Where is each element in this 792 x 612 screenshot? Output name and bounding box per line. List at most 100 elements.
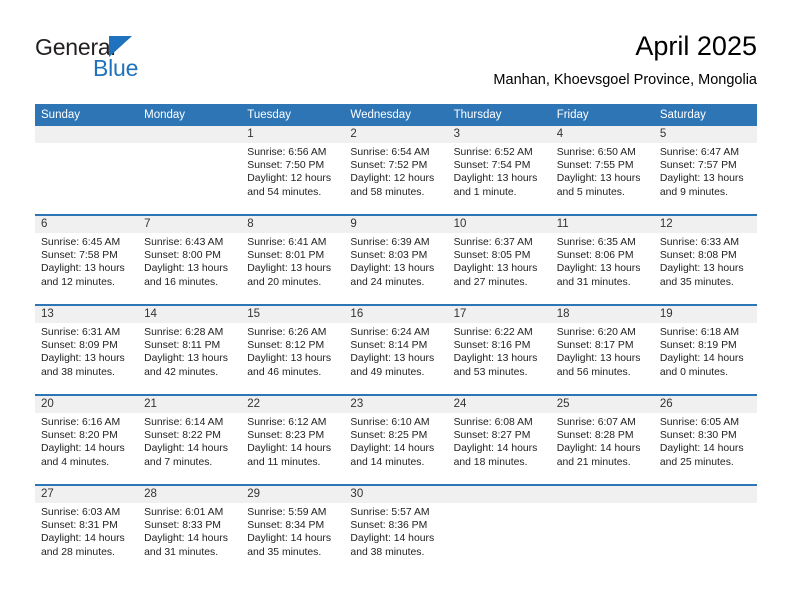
calendar-cell: 16 Sunrise: 6:24 AM Sunset: 8:14 PM Dayligh… <box>344 304 448 395</box>
calendar-cell <box>35 126 139 215</box>
day-cell[interactable]: 3 Sunrise: 6:52 AM Sunset: 7:54 PM Daylight… <box>447 126 551 214</box>
day-detail-sunset: Sunset: 8:12 PM <box>247 340 325 352</box>
calendar-cell: 13 Sunrise: 6:31 AM Sunset: 8:09 PM Dayligh… <box>35 304 139 395</box>
day-number: 1 <box>241 126 345 143</box>
day-detail-daylight1: Daylight: 14 hours <box>659 443 744 455</box>
day-number: 21 <box>138 396 242 413</box>
day-cell[interactable]: 24 Sunrise: 6:08 AM Sunset: 8:27 PM Dayligh… <box>447 396 551 484</box>
calendar-cell: 17 Sunrise: 6:22 AM Sunset: 8:16 PM Dayligh… <box>447 304 551 395</box>
day-number: 19 <box>653 306 757 323</box>
day-detail-daylight2: and 28 minutes. <box>41 546 115 558</box>
day-details: Sunrise: 6:47 AM Sunset: 7:57 PM Daylight:… <box>654 143 757 199</box>
day-cell[interactable]: 10 Sunrise: 6:37 AM Sunset: 8:05 PM Dayligh… <box>447 216 551 304</box>
day-cell-empty <box>447 486 551 574</box>
day-cell-empty <box>35 126 139 214</box>
day-detail-daylight2: and 25 minutes. <box>659 456 734 468</box>
day-cell[interactable]: 30 Sunrise: 5:57 AM Sunset: 8:36 PM Dayligh… <box>344 486 448 574</box>
day-number: 7 <box>138 216 242 233</box>
day-detail-sunset: Sunset: 8:08 PM <box>659 250 737 262</box>
day-cell[interactable]: 17 Sunrise: 6:22 AM Sunset: 8:16 PM Dayligh… <box>447 306 551 394</box>
day-cell[interactable]: 28 Sunrise: 6:01 AM Sunset: 8:33 PM Dayligh… <box>138 486 242 574</box>
day-cell[interactable]: 29 Sunrise: 5:59 AM Sunset: 8:34 PM Dayligh… <box>241 486 345 574</box>
day-detail-daylight2: and 0 minutes. <box>659 366 729 378</box>
day-detail-sunset: Sunset: 7:50 PM <box>247 160 325 172</box>
day-cell[interactable]: 6 Sunrise: 6:45 AM Sunset: 7:58 PM Daylight… <box>35 216 139 304</box>
day-cell[interactable]: 23 Sunrise: 6:10 AM Sunset: 8:25 PM Dayligh… <box>344 396 448 484</box>
day-cell[interactable]: 19 Sunrise: 6:18 AM Sunset: 8:19 PM Dayligh… <box>653 306 757 394</box>
day-cell[interactable]: 7 Sunrise: 6:43 AM Sunset: 8:00 PM Daylight… <box>138 216 242 304</box>
day-detail-daylight1: Daylight: 14 hours <box>350 443 435 455</box>
day-cell[interactable]: 26 Sunrise: 6:05 AM Sunset: 8:30 PM Dayligh… <box>653 396 757 484</box>
day-detail-sunrise: Sunrise: 6:39 AM <box>350 237 430 248</box>
day-number: 23 <box>344 396 448 413</box>
calendar-page: General Blue April 2025 Manhan, Khoevsgo… <box>0 0 792 612</box>
day-number: 18 <box>550 306 654 323</box>
day-cell[interactable]: 27 Sunrise: 6:03 AM Sunset: 8:31 PM Dayligh… <box>35 486 139 574</box>
calendar-cell: 3 Sunrise: 6:52 AM Sunset: 7:54 PM Daylight… <box>447 126 551 215</box>
blue-triangle-icon <box>109 36 132 57</box>
day-cell[interactable]: 25 Sunrise: 6:07 AM Sunset: 8:28 PM Dayligh… <box>550 396 654 484</box>
day-detail-daylight1: Daylight: 13 hours <box>453 353 538 365</box>
day-cell[interactable]: 20 Sunrise: 6:16 AM Sunset: 8:20 PM Dayligh… <box>35 396 139 484</box>
day-detail-daylight2: and 11 minutes. <box>247 456 321 468</box>
day-detail-daylight1: Daylight: 13 hours <box>144 353 228 365</box>
weekday-header-monday: Monday <box>138 104 242 126</box>
weekday-header-sunday: Sunday <box>35 104 139 126</box>
day-detail-sunset: Sunset: 8:09 PM <box>41 340 118 352</box>
day-detail-sunset: Sunset: 8:19 PM <box>659 340 737 352</box>
day-detail-sunset: Sunset: 7:57 PM <box>659 160 737 172</box>
day-detail-daylight1: Daylight: 13 hours <box>350 353 435 365</box>
day-cell[interactable]: 13 Sunrise: 6:31 AM Sunset: 8:09 PM Dayligh… <box>35 306 139 394</box>
day-details: Sunrise: 6:28 AM Sunset: 8:11 PM Daylight:… <box>138 323 241 379</box>
day-cell[interactable]: 21 Sunrise: 6:14 AM Sunset: 8:22 PM Dayligh… <box>138 396 242 484</box>
day-detail-daylight2: and 27 minutes. <box>453 276 528 288</box>
day-detail-daylight1: Daylight: 14 hours <box>350 533 435 545</box>
day-number: 10 <box>447 216 551 233</box>
day-cell[interactable]: 8 Sunrise: 6:41 AM Sunset: 8:01 PM Daylight… <box>241 216 345 304</box>
calendar-cell: 19 Sunrise: 6:18 AM Sunset: 8:19 PM Dayligh… <box>653 304 757 395</box>
day-detail-daylight2: and 35 minutes. <box>659 276 734 288</box>
day-detail-sunrise: Sunrise: 6:07 AM <box>556 417 636 428</box>
day-number <box>447 486 551 503</box>
day-number: 6 <box>35 216 139 233</box>
day-detail-sunrise: Sunrise: 6:24 AM <box>350 327 430 338</box>
calendar-cell <box>138 126 242 215</box>
calendar-cell: 18 Sunrise: 6:20 AM Sunset: 8:17 PM Dayligh… <box>550 304 654 395</box>
day-cell[interactable]: 15 Sunrise: 6:26 AM Sunset: 8:12 PM Dayligh… <box>241 306 345 394</box>
day-detail-sunset: Sunset: 8:23 PM <box>247 430 325 442</box>
day-cell[interactable]: 4 Sunrise: 6:50 AM Sunset: 7:55 PM Daylight… <box>550 126 654 214</box>
day-cell[interactable]: 1 Sunrise: 6:56 AM Sunset: 7:50 PM Daylight… <box>241 126 345 214</box>
day-number: 5 <box>653 126 757 143</box>
day-cell[interactable]: 11 Sunrise: 6:35 AM Sunset: 8:06 PM Dayligh… <box>550 216 654 304</box>
calendar-cell: 1 Sunrise: 6:56 AM Sunset: 7:50 PM Daylight… <box>241 126 345 215</box>
day-cell-empty <box>550 486 654 574</box>
day-detail-sunrise: Sunrise: 6:43 AM <box>144 237 224 248</box>
day-number <box>550 486 654 503</box>
day-cell[interactable]: 12 Sunrise: 6:33 AM Sunset: 8:08 PM Dayligh… <box>653 216 757 304</box>
day-cell[interactable]: 14 Sunrise: 6:28 AM Sunset: 8:11 PM Dayligh… <box>138 306 242 394</box>
weekday-header-saturday: Saturday <box>653 104 757 126</box>
day-detail-sunrise: Sunrise: 6:22 AM <box>453 327 533 338</box>
day-detail-sunrise: Sunrise: 6:26 AM <box>247 327 327 338</box>
day-detail-sunset: Sunset: 8:16 PM <box>453 340 531 352</box>
day-cell[interactable]: 18 Sunrise: 6:20 AM Sunset: 8:17 PM Dayligh… <box>550 306 654 394</box>
day-cell[interactable]: 9 Sunrise: 6:39 AM Sunset: 8:03 PM Daylight… <box>344 216 448 304</box>
day-detail-sunset: Sunset: 8:03 PM <box>350 250 428 262</box>
day-details: Sunrise: 6:54 AM Sunset: 7:52 PM Daylight:… <box>344 143 447 199</box>
calendar-cell: 11 Sunrise: 6:35 AM Sunset: 8:06 PM Dayligh… <box>550 214 654 305</box>
day-number: 2 <box>344 126 448 143</box>
day-detail-sunrise: Sunrise: 6:50 AM <box>556 147 636 158</box>
day-details: Sunrise: 5:59 AM Sunset: 8:34 PM Daylight:… <box>241 503 344 559</box>
weekday-header-row: Sunday Monday Tuesday Wednesday Thursday… <box>35 104 757 126</box>
day-detail-daylight2: and 5 minutes. <box>556 186 625 198</box>
day-detail-sunrise: Sunrise: 6:28 AM <box>144 327 224 338</box>
day-cell[interactable]: 16 Sunrise: 6:24 AM Sunset: 8:14 PM Dayligh… <box>344 306 448 394</box>
day-detail-sunrise: Sunrise: 6:31 AM <box>41 327 121 338</box>
day-detail-daylight1: Daylight: 13 hours <box>247 263 332 275</box>
day-detail-sunset: Sunset: 8:00 PM <box>144 250 221 262</box>
day-cell[interactable]: 2 Sunrise: 6:54 AM Sunset: 7:52 PM Daylight… <box>344 126 448 214</box>
day-detail-sunrise: Sunrise: 6:08 AM <box>453 417 533 428</box>
day-cell[interactable]: 5 Sunrise: 6:47 AM Sunset: 7:57 PM Daylight… <box>653 126 757 214</box>
day-cell[interactable]: 22 Sunrise: 6:12 AM Sunset: 8:23 PM Dayligh… <box>241 396 345 484</box>
day-detail-sunrise: Sunrise: 6:05 AM <box>659 417 739 428</box>
